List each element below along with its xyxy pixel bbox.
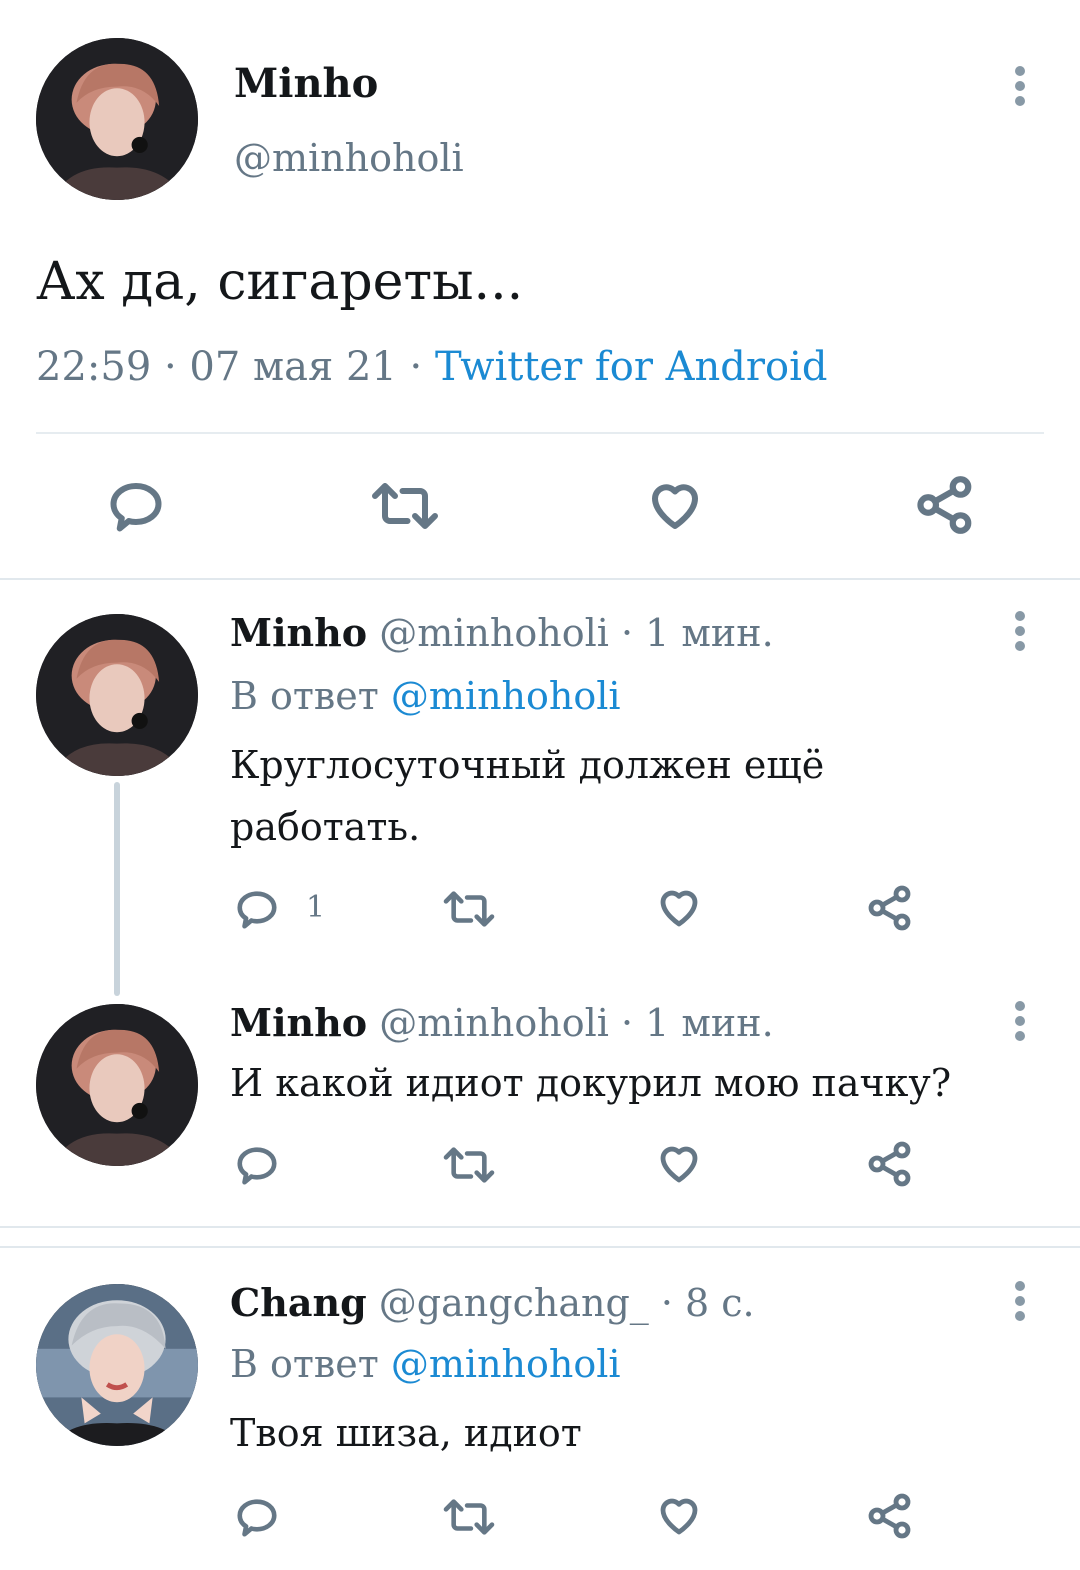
more-vertical-icon[interactable]: [1010, 1001, 1030, 1041]
retweet-icon[interactable]: [442, 886, 496, 932]
avatar[interactable]: [36, 38, 198, 200]
share-icon[interactable]: [866, 884, 914, 932]
thread-connector: [114, 782, 120, 996]
speech-bubble-icon[interactable]: [106, 476, 166, 536]
reply-header: Minho @minhoholi · 1 мин.: [230, 610, 774, 655]
tweet-text: Круглосуточный должен ещё работать.: [230, 743, 825, 849]
speech-bubble-icon[interactable]: [234, 1494, 280, 1540]
tweet-timestamp: 22:59 · 07 мая 21 ·: [36, 344, 435, 390]
divider: [0, 1246, 1080, 1248]
retweet-icon[interactable]: [442, 1142, 496, 1188]
main-tweet: Minho @minhoholi Ах да, сигареты... 22:5…: [0, 0, 1080, 580]
reply-header: Minho @minhoholi · 1 мин.: [230, 1000, 774, 1045]
share-icon[interactable]: [866, 1140, 914, 1188]
retweet-icon[interactable]: [370, 476, 440, 536]
reply-context: В ответ @minhoholi: [230, 674, 621, 718]
tweet-source-link[interactable]: Twitter for Android: [435, 344, 828, 390]
author-handle-time[interactable]: @gangchang_ · 8 с.: [379, 1281, 755, 1325]
speech-bubble-icon[interactable]: [234, 1142, 280, 1188]
author-name[interactable]: Minho: [230, 1000, 367, 1045]
avatar[interactable]: [36, 1284, 198, 1446]
reply-prefix: В ответ: [230, 674, 391, 718]
reply-to-link[interactable]: @minhoholi: [391, 1342, 621, 1386]
reply-prefix: В ответ: [230, 1342, 391, 1386]
heart-icon[interactable]: [654, 884, 704, 932]
speech-bubble-icon[interactable]: [234, 886, 280, 932]
tweet-text: И какой идиот докурил мою пачку?: [230, 1061, 952, 1105]
retweet-icon[interactable]: [442, 1494, 496, 1540]
author-handle-time[interactable]: @minhoholi · 1 мин.: [379, 611, 773, 655]
author-name[interactable]: Minho: [234, 60, 378, 107]
share-icon[interactable]: [866, 1492, 914, 1540]
heart-icon[interactable]: [654, 1492, 704, 1540]
heart-icon[interactable]: [654, 1140, 704, 1188]
tweet-meta: 22:59 · 07 мая 21 · Twitter for Android: [36, 344, 828, 390]
tweet-text: Ах да, сигареты...: [36, 252, 524, 312]
author-name[interactable]: Chang: [230, 1280, 367, 1325]
more-vertical-icon[interactable]: [1010, 66, 1030, 106]
reply-to-link[interactable]: @minhoholi: [391, 674, 621, 718]
author-handle[interactable]: @minhoholi: [234, 136, 464, 180]
tweet-text: Твоя шиза, идиот: [230, 1411, 582, 1455]
share-icon[interactable]: [914, 474, 976, 536]
more-vertical-icon[interactable]: [1010, 611, 1030, 651]
divider: [36, 432, 1044, 434]
divider: [0, 1226, 1080, 1228]
reply-count: 1: [306, 890, 326, 925]
author-handle-time[interactable]: @minhoholi · 1 мин.: [379, 1001, 773, 1045]
more-vertical-icon[interactable]: [1010, 1281, 1030, 1321]
avatar[interactable]: [36, 614, 198, 776]
heart-icon[interactable]: [644, 476, 706, 536]
reply-header: Chang @gangchang_ · 8 с.: [230, 1280, 755, 1325]
avatar[interactable]: [36, 1004, 198, 1166]
author-name[interactable]: Minho: [230, 610, 367, 655]
reply-context: В ответ @minhoholi: [230, 1342, 621, 1386]
